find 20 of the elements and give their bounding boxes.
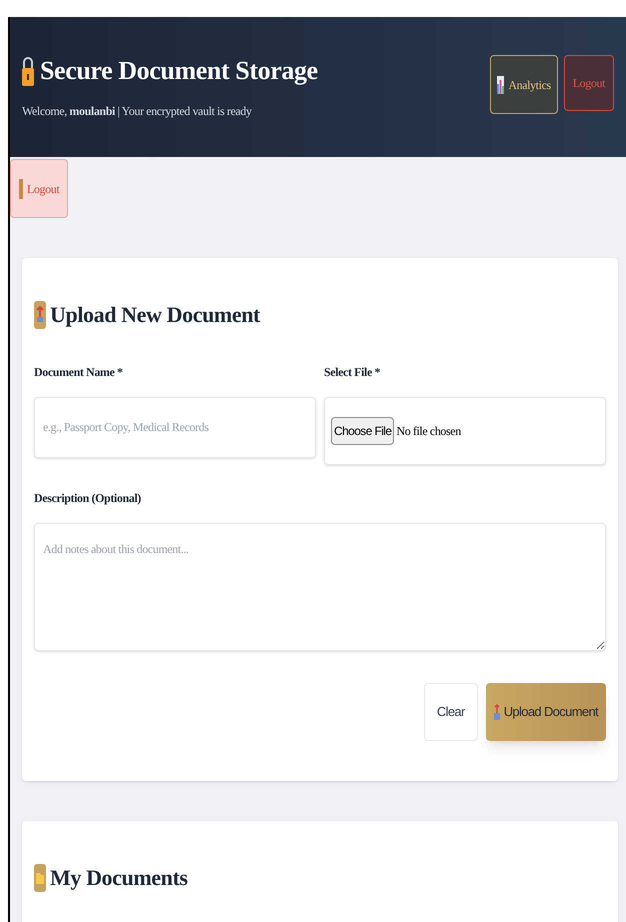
- file-picker[interactable]: Choose File No file chosen: [324, 397, 606, 465]
- bar-chart-icon: [497, 76, 504, 94]
- field-label: Document Name *: [34, 364, 124, 381]
- logout-button[interactable]: Logout: [10, 159, 68, 218]
- upload-icon: [494, 704, 500, 720]
- section-title: My Documents: [50, 864, 188, 892]
- logout-button[interactable]: Logout: [564, 55, 614, 111]
- field-label: Select File *: [324, 364, 382, 381]
- section-title: Upload New Document: [50, 301, 260, 329]
- clear-button[interactable]: Clear: [424, 683, 478, 741]
- welcome-text: Welcome, moulanbi | Your encrypted vault is ready: [22, 103, 253, 120]
- document-name-field[interactable]: e.g., Passport Copy, Medical Records: [34, 397, 316, 458]
- padlock-icon: [22, 56, 34, 86]
- upload-button[interactable]: Upload Document: [486, 683, 606, 741]
- folder-icon: [34, 864, 46, 892]
- analytics-button[interactable]: Analytics: [490, 55, 558, 114]
- field-label: Description (Optional): [34, 490, 142, 507]
- app-title: Secure Document Storage: [40, 55, 318, 87]
- upload-icon: [34, 300, 46, 328]
- description-field[interactable]: Add notes about this document...: [34, 523, 606, 651]
